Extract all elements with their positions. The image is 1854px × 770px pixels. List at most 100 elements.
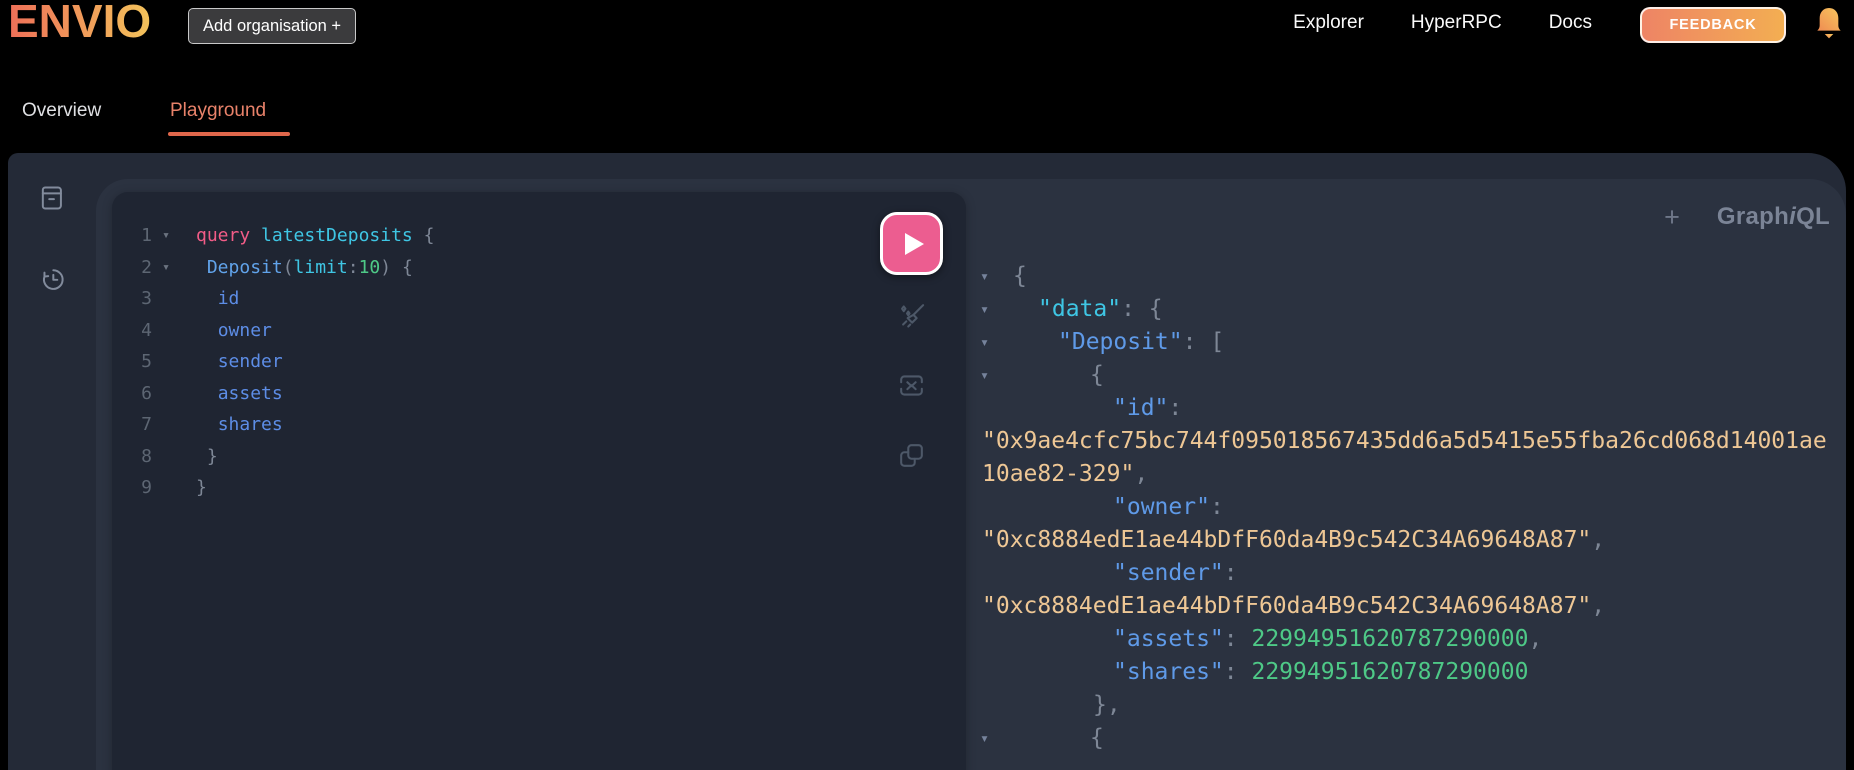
tab-overview[interactable]: Overview: [22, 100, 101, 122]
add-tab-button[interactable]: +: [1664, 203, 1680, 231]
code-text: }: [180, 472, 207, 504]
feedback-button[interactable]: FEEDBACK: [1640, 7, 1786, 43]
editor-line: 1 ▾ query latestDeposits {: [112, 220, 966, 252]
response-line: ▾ "Deposit": [: [974, 326, 1846, 359]
line-number: 8: [141, 445, 152, 467]
code-token: ,: [1528, 626, 1543, 652]
response-line: "0xc8884edE1ae44bDfF60da4B9c542C34A69648…: [974, 590, 1846, 623]
code-token: {: [1090, 725, 1104, 751]
code-token: {: [412, 225, 435, 246]
code-text: "shares": 22994951620787290000: [974, 656, 1846, 689]
code-token: sender: [217, 351, 283, 372]
code-token: :: [1223, 626, 1252, 652]
code-token: shares: [217, 414, 283, 435]
response-line: "shares": 22994951620787290000: [974, 656, 1846, 689]
execute-query-button[interactable]: [880, 212, 943, 275]
code-text: sender: [180, 346, 283, 378]
line-number: 1: [141, 225, 152, 246]
query-editor-lines: 1 ▾ query latestDeposits {2 ▾ Deposit(limit…: [112, 220, 966, 504]
code-token: id: [217, 288, 240, 309]
editor-line: 2 ▾ Deposit(limit:10) {: [112, 252, 966, 284]
fold-toggle-icon[interactable]: ▾: [980, 260, 989, 293]
history-icon[interactable]: [37, 265, 65, 293]
response-line: "id":: [974, 392, 1846, 425]
code-text: "Deposit": [: [974, 326, 1846, 359]
code-token: }: [196, 445, 218, 467]
copy-query-icon[interactable]: [896, 440, 927, 471]
line-number: 7: [141, 414, 152, 435]
line-number: 6: [141, 382, 152, 404]
graphiql-logo-part: Graph: [1716, 203, 1790, 230]
nav-link-explorer[interactable]: Explorer: [1293, 12, 1364, 34]
add-organisation-button[interactable]: Add organisation +: [188, 8, 357, 44]
code-token: "0xc8884edE1ae44bDfF60da4B9c542C34A69648…: [982, 593, 1592, 619]
query-editor[interactable]: 1 ▾ query latestDeposits {2 ▾ Deposit(limit…: [112, 192, 966, 770]
response-viewer: ▾{▾ "data": {▾ "Deposit": [▾{"id": "0x9ae4c…: [974, 260, 1846, 770]
top-nav: Explorer HyperRPC Docs: [1293, 0, 1592, 46]
code-text: "data": {: [974, 293, 1846, 326]
code-text: "assets": 22994951620787290000,: [974, 623, 1846, 656]
fold-toggle-icon[interactable]: ▾: [980, 326, 989, 359]
merge-fragments-icon[interactable]: [896, 370, 927, 401]
code-token: "owner": [1113, 494, 1210, 520]
code-token: 22994951620787290000: [1251, 659, 1529, 685]
response-lines: ▾{▾ "data": {▾ "Deposit": [▾{"id": "0x9ae4c…: [974, 260, 1846, 755]
code-token: "sender": [1113, 560, 1224, 586]
tab-playground[interactable]: Playground: [170, 100, 266, 122]
prettify-icon[interactable]: [896, 300, 927, 331]
response-line: 10ae82-329",: [974, 458, 1846, 491]
envio-playground-page: ENVIO Add organisation + Explorer HyperR…: [0, 0, 1854, 770]
code-token: "data": [1038, 296, 1122, 322]
line-number: 9: [141, 477, 152, 498]
editor-line: 5 sender: [112, 346, 966, 378]
code-token: 10: [358, 256, 381, 278]
code-text: 10ae82-329",: [974, 458, 1846, 491]
play-icon: [904, 232, 924, 255]
nav-link-docs[interactable]: Docs: [1549, 12, 1592, 34]
code-token: owner: [217, 319, 272, 341]
fold-toggle-icon[interactable]: ▾: [980, 359, 989, 392]
code-token: :: [347, 256, 359, 278]
code-token: ,: [1591, 593, 1606, 619]
response-line: ▾{: [974, 359, 1846, 392]
fold-toggle-icon[interactable]: ▾: [152, 252, 180, 284]
response-line: "0x9ae4cfc75bc744f095018567435dd6a5d5415…: [974, 425, 1846, 458]
graphiql-playground: 1 ▾ query latestDeposits {2 ▾ Deposit(limit…: [8, 153, 1846, 770]
docs-icon[interactable]: [37, 184, 65, 212]
code-token: Deposit: [206, 256, 283, 278]
notification-bell-icon[interactable]: [1813, 5, 1845, 43]
editor-line: 8 }: [112, 441, 966, 473]
code-text: "0xc8884edE1ae44bDfF60da4B9c542C34A69648…: [974, 590, 1846, 623]
code-text: id: [180, 283, 240, 315]
code-text: "0x9ae4cfc75bc744f095018567435dd6a5d5415…: [974, 425, 1846, 458]
code-text: owner: [180, 315, 272, 347]
line-number: 5: [141, 351, 152, 372]
nav-link-hyperrpc[interactable]: HyperRPC: [1411, 12, 1502, 34]
response-line: ▾ "data": {: [974, 293, 1846, 326]
line-number: 4: [141, 319, 152, 341]
code-token: ) {: [380, 256, 413, 278]
fold-toggle-icon[interactable]: ▾: [152, 220, 180, 252]
editor-line: 3 id: [112, 283, 966, 315]
code-text: {: [974, 722, 1846, 755]
fold-toggle-icon[interactable]: ▾: [980, 293, 989, 326]
editor-line: 4 owner: [112, 315, 966, 347]
code-token: "Deposit": [1058, 329, 1183, 355]
code-token: limit: [293, 256, 348, 278]
graphiql-logo: GraphiQL: [1717, 203, 1830, 231]
code-token: query: [196, 225, 251, 246]
code-token: ,: [1591, 527, 1606, 553]
fold-toggle-icon[interactable]: ▾: [980, 722, 989, 755]
line-number: 3: [141, 288, 152, 309]
response-line: "owner":: [974, 491, 1846, 524]
editor-line: 7 shares: [112, 409, 966, 441]
code-text: "owner":: [974, 491, 1846, 524]
